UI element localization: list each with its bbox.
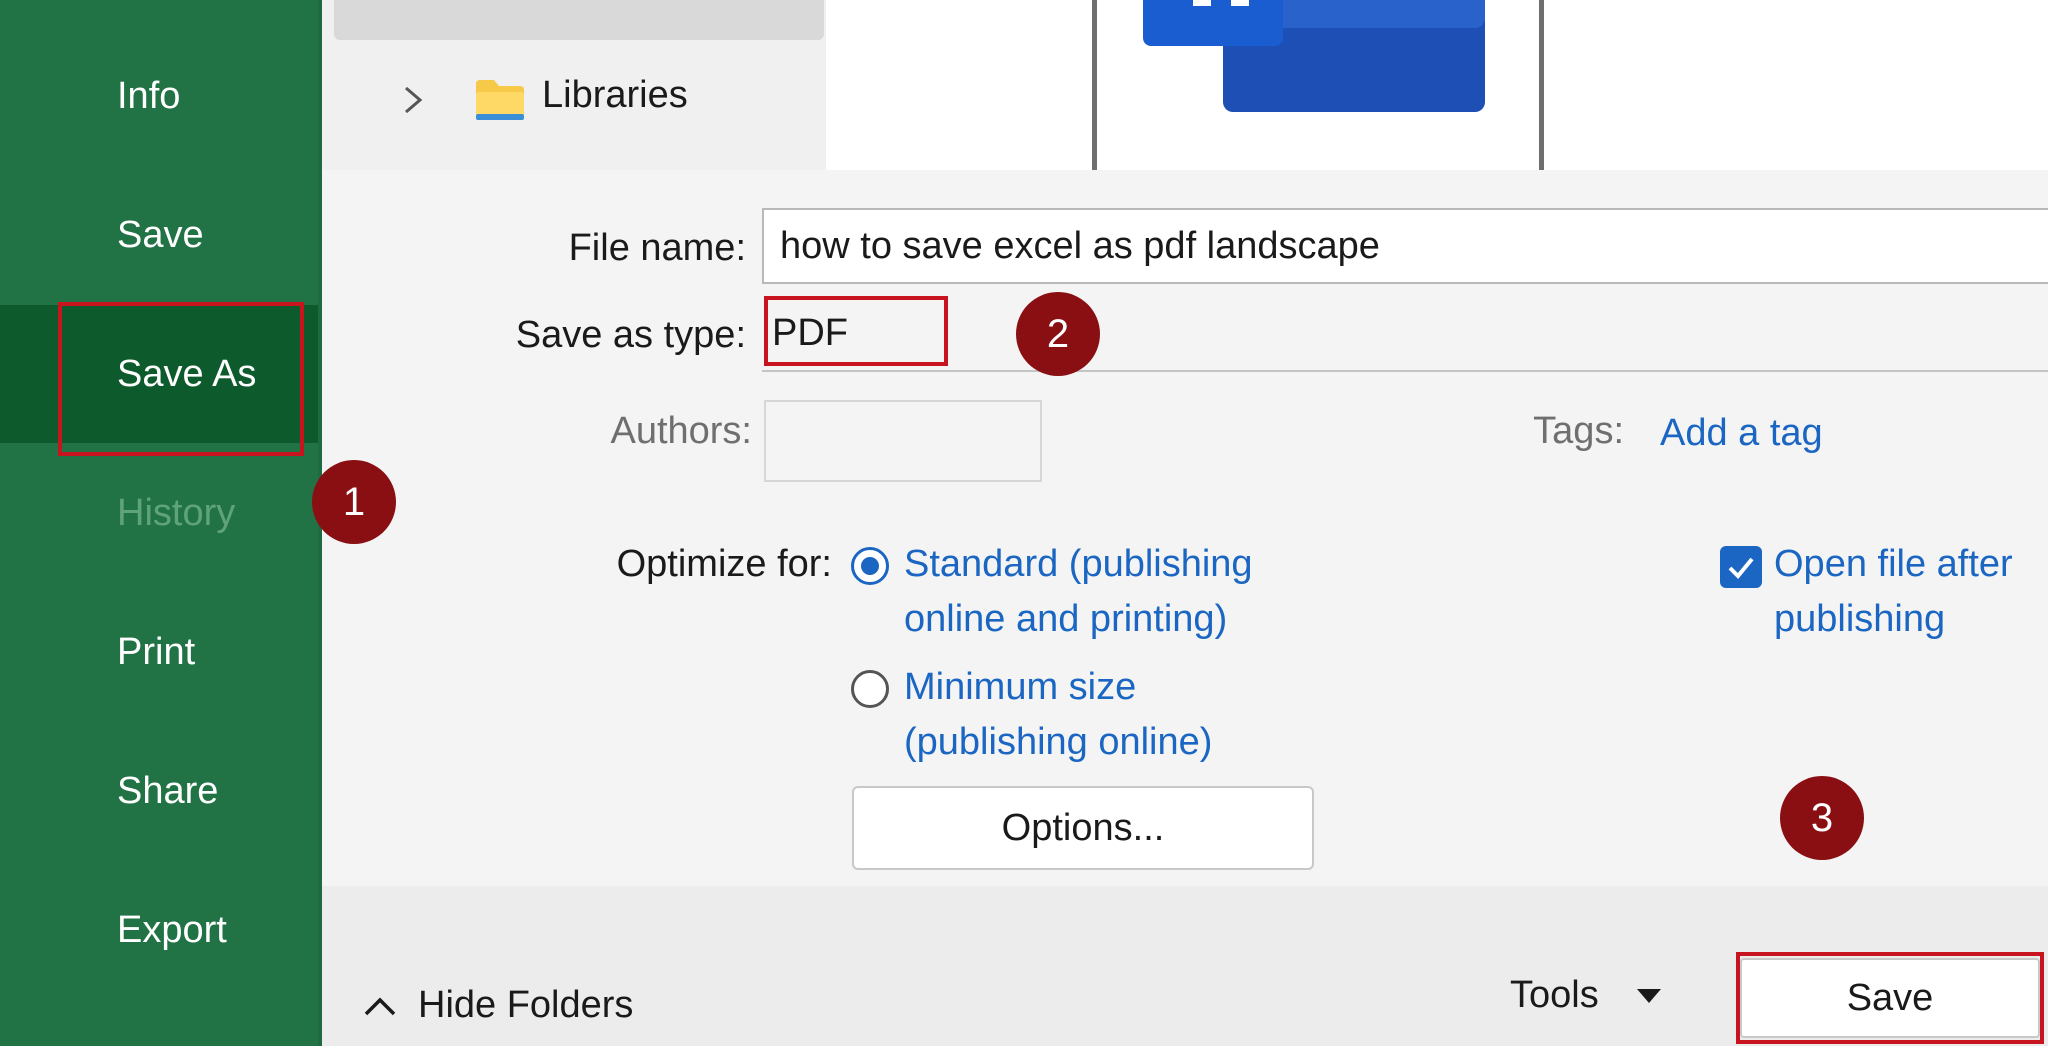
hide-folders-toggle[interactable]: Hide Folders	[362, 984, 633, 1027]
sidebar-item-label: Info	[117, 74, 181, 117]
optimize-for-label: Optimize for:	[616, 543, 832, 585]
save-as-type-label: Save as type:	[515, 314, 746, 356]
tools-label: Tools	[1510, 974, 1599, 1016]
standard-radio[interactable]	[851, 547, 889, 585]
sidebar-item-print[interactable]: Print	[0, 583, 322, 721]
authors-input[interactable]	[764, 400, 1042, 482]
step-badge-3: 3	[1780, 776, 1864, 860]
save-as-type-select[interactable]: PDF	[762, 296, 2048, 372]
file-preview	[1092, 0, 1544, 170]
standard-option-line1: Standard (publishing	[904, 543, 1253, 585]
file-name-input[interactable]: how to save excel as pdf landscape	[762, 208, 2048, 284]
checkmark-icon	[1728, 557, 1754, 579]
file-name-value: how to save excel as pdf landscape	[780, 224, 1380, 267]
tree-item-selected[interactable]	[334, 0, 824, 40]
open-after-line1: Open file after	[1774, 543, 2013, 585]
standard-option-label[interactable]: Standard (publishing online and printing…	[904, 537, 1253, 647]
annotation-box-save-type	[764, 296, 948, 366]
minimum-size-radio[interactable]	[851, 670, 889, 708]
minimum-size-option-line2: (publishing online)	[904, 721, 1213, 763]
sidebar-item-label: Share	[117, 769, 219, 812]
authors-label: Authors:	[610, 410, 752, 452]
minimum-size-option-label[interactable]: Minimum size (publishing online)	[904, 660, 1212, 770]
standard-option-line2: online and printing)	[904, 598, 1228, 640]
sidebar-item-label: Print	[117, 630, 196, 673]
step-badge-2: 2	[1016, 292, 1100, 376]
tree-item-libraries[interactable]: Libraries	[542, 74, 688, 117]
add-tag-link[interactable]: Add a tag	[1660, 406, 1823, 461]
annotation-box-save-as	[58, 302, 304, 456]
options-button-label: Options...	[1001, 806, 1165, 849]
sidebar-item-info[interactable]: Info	[0, 27, 322, 165]
folder-icon	[476, 80, 524, 120]
sidebar-item-label: History	[117, 491, 236, 534]
annotation-box-save-button	[1736, 952, 2044, 1044]
file-name-label: File name:	[568, 227, 746, 269]
open-after-publishing-label[interactable]: Open file after publishing	[1774, 537, 2013, 647]
excel-backstage-save-as: Info Save Save As History Print Share Ex…	[0, 0, 2048, 1046]
tags-label: Tags:	[1533, 410, 1624, 452]
chevron-right-icon[interactable]	[402, 80, 426, 120]
options-button[interactable]: Options...	[852, 786, 1314, 870]
open-after-publishing-checkbox[interactable]	[1720, 546, 1762, 588]
chevron-up-icon	[364, 997, 396, 1015]
sidebar-item-label: Export	[117, 908, 227, 951]
minimum-size-option-line1: Minimum size	[904, 666, 1137, 708]
backstage-sidebar: Info Save Save As History Print Share Ex…	[0, 0, 322, 1046]
sidebar-item-export[interactable]: Export	[0, 861, 322, 999]
sidebar-item-share[interactable]: Share	[0, 722, 322, 860]
sidebar-item-label: Save	[117, 213, 204, 256]
hide-folders-label: Hide Folders	[418, 984, 634, 1026]
sidebar-item-history: History	[0, 444, 322, 582]
tools-dropdown[interactable]: Tools	[1510, 974, 1663, 1017]
excel-logo-icon	[1143, 0, 1485, 112]
step-badge-1: 1	[312, 460, 396, 544]
open-after-line2: publishing	[1774, 598, 1946, 640]
caret-down-icon	[1636, 988, 1661, 1003]
sidebar-item-save[interactable]: Save	[0, 166, 322, 304]
